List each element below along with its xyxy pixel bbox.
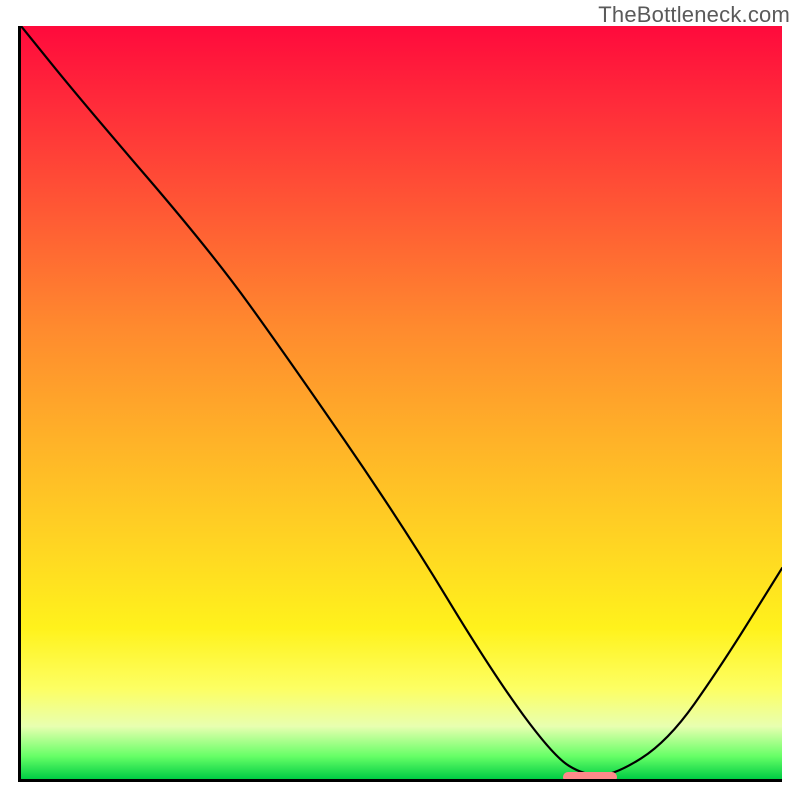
- chart-container: TheBottleneck.com: [0, 0, 800, 800]
- bottleneck-curve: [21, 26, 782, 779]
- watermark-text: TheBottleneck.com: [598, 2, 790, 28]
- optimal-range-marker: [563, 772, 616, 782]
- plot-area: [18, 26, 782, 782]
